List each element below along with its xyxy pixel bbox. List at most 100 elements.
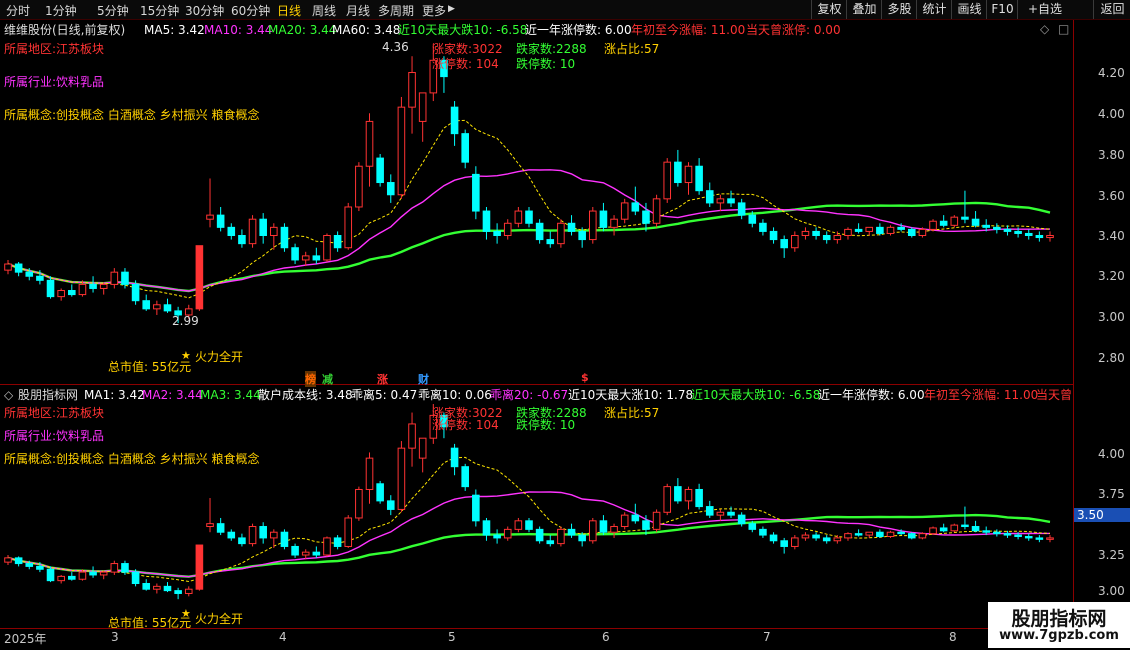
high-price-label: 4.36 (382, 40, 409, 54)
sub-candle-body (971, 526, 980, 532)
sub-candle-body (780, 540, 788, 547)
sub-candle-body (36, 565, 44, 570)
sub-candle-body (14, 557, 23, 565)
close-icon[interactable]: □ (1058, 22, 1069, 36)
event-tag-finance[interactable]: 财 (418, 371, 429, 387)
sub-candle-body (1024, 535, 1033, 539)
sub-candle-body (67, 575, 76, 580)
main-candle-body (791, 235, 799, 249)
y-tick-main: 3.40 (1098, 229, 1125, 243)
main-candle-body (89, 283, 97, 289)
main-candle-body (418, 92, 427, 122)
sub-candle-body (323, 537, 331, 556)
sub-candle-body (153, 585, 161, 590)
event-tag-dividend[interactable]: $ (581, 371, 589, 384)
main-candle-body (365, 120, 374, 167)
event-tag-reduce[interactable]: 减 (322, 371, 333, 387)
settings-icon[interactable]: ◇ (1040, 22, 1049, 36)
sub-candle-body (376, 483, 384, 502)
main-candle-body (695, 165, 703, 192)
main-candle-body (131, 283, 140, 302)
main-kline-panel (4, 44, 1054, 324)
region-label: 所属地区:江苏板块 (4, 42, 105, 56)
y-tick-main: 4.00 (1098, 107, 1125, 121)
sub-candle-body (588, 520, 597, 542)
main-candle-body (971, 218, 980, 226)
main-candle-body (461, 133, 470, 163)
sub-candle-body (865, 531, 874, 536)
main-candle-body (876, 226, 884, 234)
sub-candle-body (801, 534, 810, 539)
main-candle-body (514, 210, 523, 224)
main-candle-body (844, 228, 852, 237)
y-tick-main: 3.00 (1098, 310, 1125, 324)
sub-ma3-label: MA3: 3.44 (200, 388, 261, 402)
main-candle-body (397, 106, 406, 196)
main-candle-body (1046, 235, 1054, 239)
main-candle-body (631, 202, 640, 212)
limit-up-count: 涨停数: 104 (432, 57, 499, 71)
watermark-url: www.7gpzb.com (999, 628, 1119, 643)
sub-candle-body (142, 583, 151, 590)
sub-candle-body (535, 528, 544, 542)
x-tick-month: 7 (763, 630, 771, 644)
kline-chart[interactable] (0, 0, 1130, 650)
sub-candle-body (748, 523, 757, 530)
sub-candle-body (993, 531, 1001, 535)
sub-candle-body (918, 533, 927, 539)
sub-ma2-label: MA2: 3.44 (142, 388, 203, 402)
sub-candle-body (695, 488, 703, 508)
event-tag-list[interactable]: 榜 (305, 371, 316, 387)
main-candle-body (110, 271, 119, 285)
main-candle-body (737, 202, 746, 216)
sub-candle-body (4, 557, 12, 563)
sub-candle-body (907, 533, 916, 539)
sub-candle-body (503, 528, 512, 539)
main-candle-body (4, 263, 12, 271)
main-candle-body (801, 230, 810, 237)
bias20-label: 乖离20: -0.67 (490, 388, 569, 402)
main-candle-body (25, 271, 34, 277)
sub-candle-body (206, 523, 214, 528)
sub-panel-settings-icon[interactable]: ◇ (4, 388, 13, 402)
main-candle-body (206, 214, 214, 220)
main-candle-body (376, 157, 384, 184)
sub-candle-body (652, 511, 661, 530)
limit-up-year-label: 近一年涨停数: 6.00 (818, 388, 925, 402)
sub-candle-body (514, 520, 523, 530)
sub-star-icon: ★ (181, 607, 191, 620)
main-candle-body (939, 220, 948, 226)
main-candle-body (535, 222, 544, 241)
event-tag-limit-up[interactable]: 涨 (377, 371, 388, 387)
main-candle-body (355, 165, 363, 208)
sub-candle-body (99, 571, 108, 576)
sub-candle-body (1046, 537, 1054, 540)
market-cap-label: 总市值: 55亿元 (108, 360, 192, 374)
sub-candle-body (57, 575, 65, 582)
sub-candle-body (482, 520, 491, 536)
main-candle-body (886, 226, 895, 234)
main-candle-body (291, 247, 299, 261)
sub-limit-up: 涨停数: 104 (432, 418, 499, 432)
sub-panel-title: 股朋指标网 (18, 388, 79, 402)
current-price-tag: 3.50 (1074, 508, 1130, 522)
ma10-label: MA10: 3.44 (204, 23, 273, 37)
stat-limit-up-year: 近一年涨停数: 6.00 (525, 23, 632, 37)
sub-candle-body (461, 466, 470, 488)
sub-candle-body (620, 514, 629, 528)
sub-candle-body (195, 544, 204, 590)
low-price-label: 2.99 (172, 314, 199, 328)
x-tick-month: 6 (602, 630, 610, 644)
max-rise-label: 近10天最大涨10: 1.78 (568, 388, 694, 402)
x-tick-month: 8 (949, 630, 957, 644)
industry-label: 所属行业:饮料乳品 (4, 75, 105, 89)
main-candle-body (472, 173, 480, 212)
main-candle-body (67, 290, 76, 296)
sub-candle-body (418, 437, 427, 459)
main-candle-body (344, 206, 353, 249)
x-tick-month: 4 (279, 630, 287, 644)
sub-candle-body (333, 537, 342, 547)
main-candle-body (769, 230, 778, 241)
main-candle-body (578, 230, 586, 241)
sub-region-label: 所属地区:江苏板块 (4, 406, 105, 420)
